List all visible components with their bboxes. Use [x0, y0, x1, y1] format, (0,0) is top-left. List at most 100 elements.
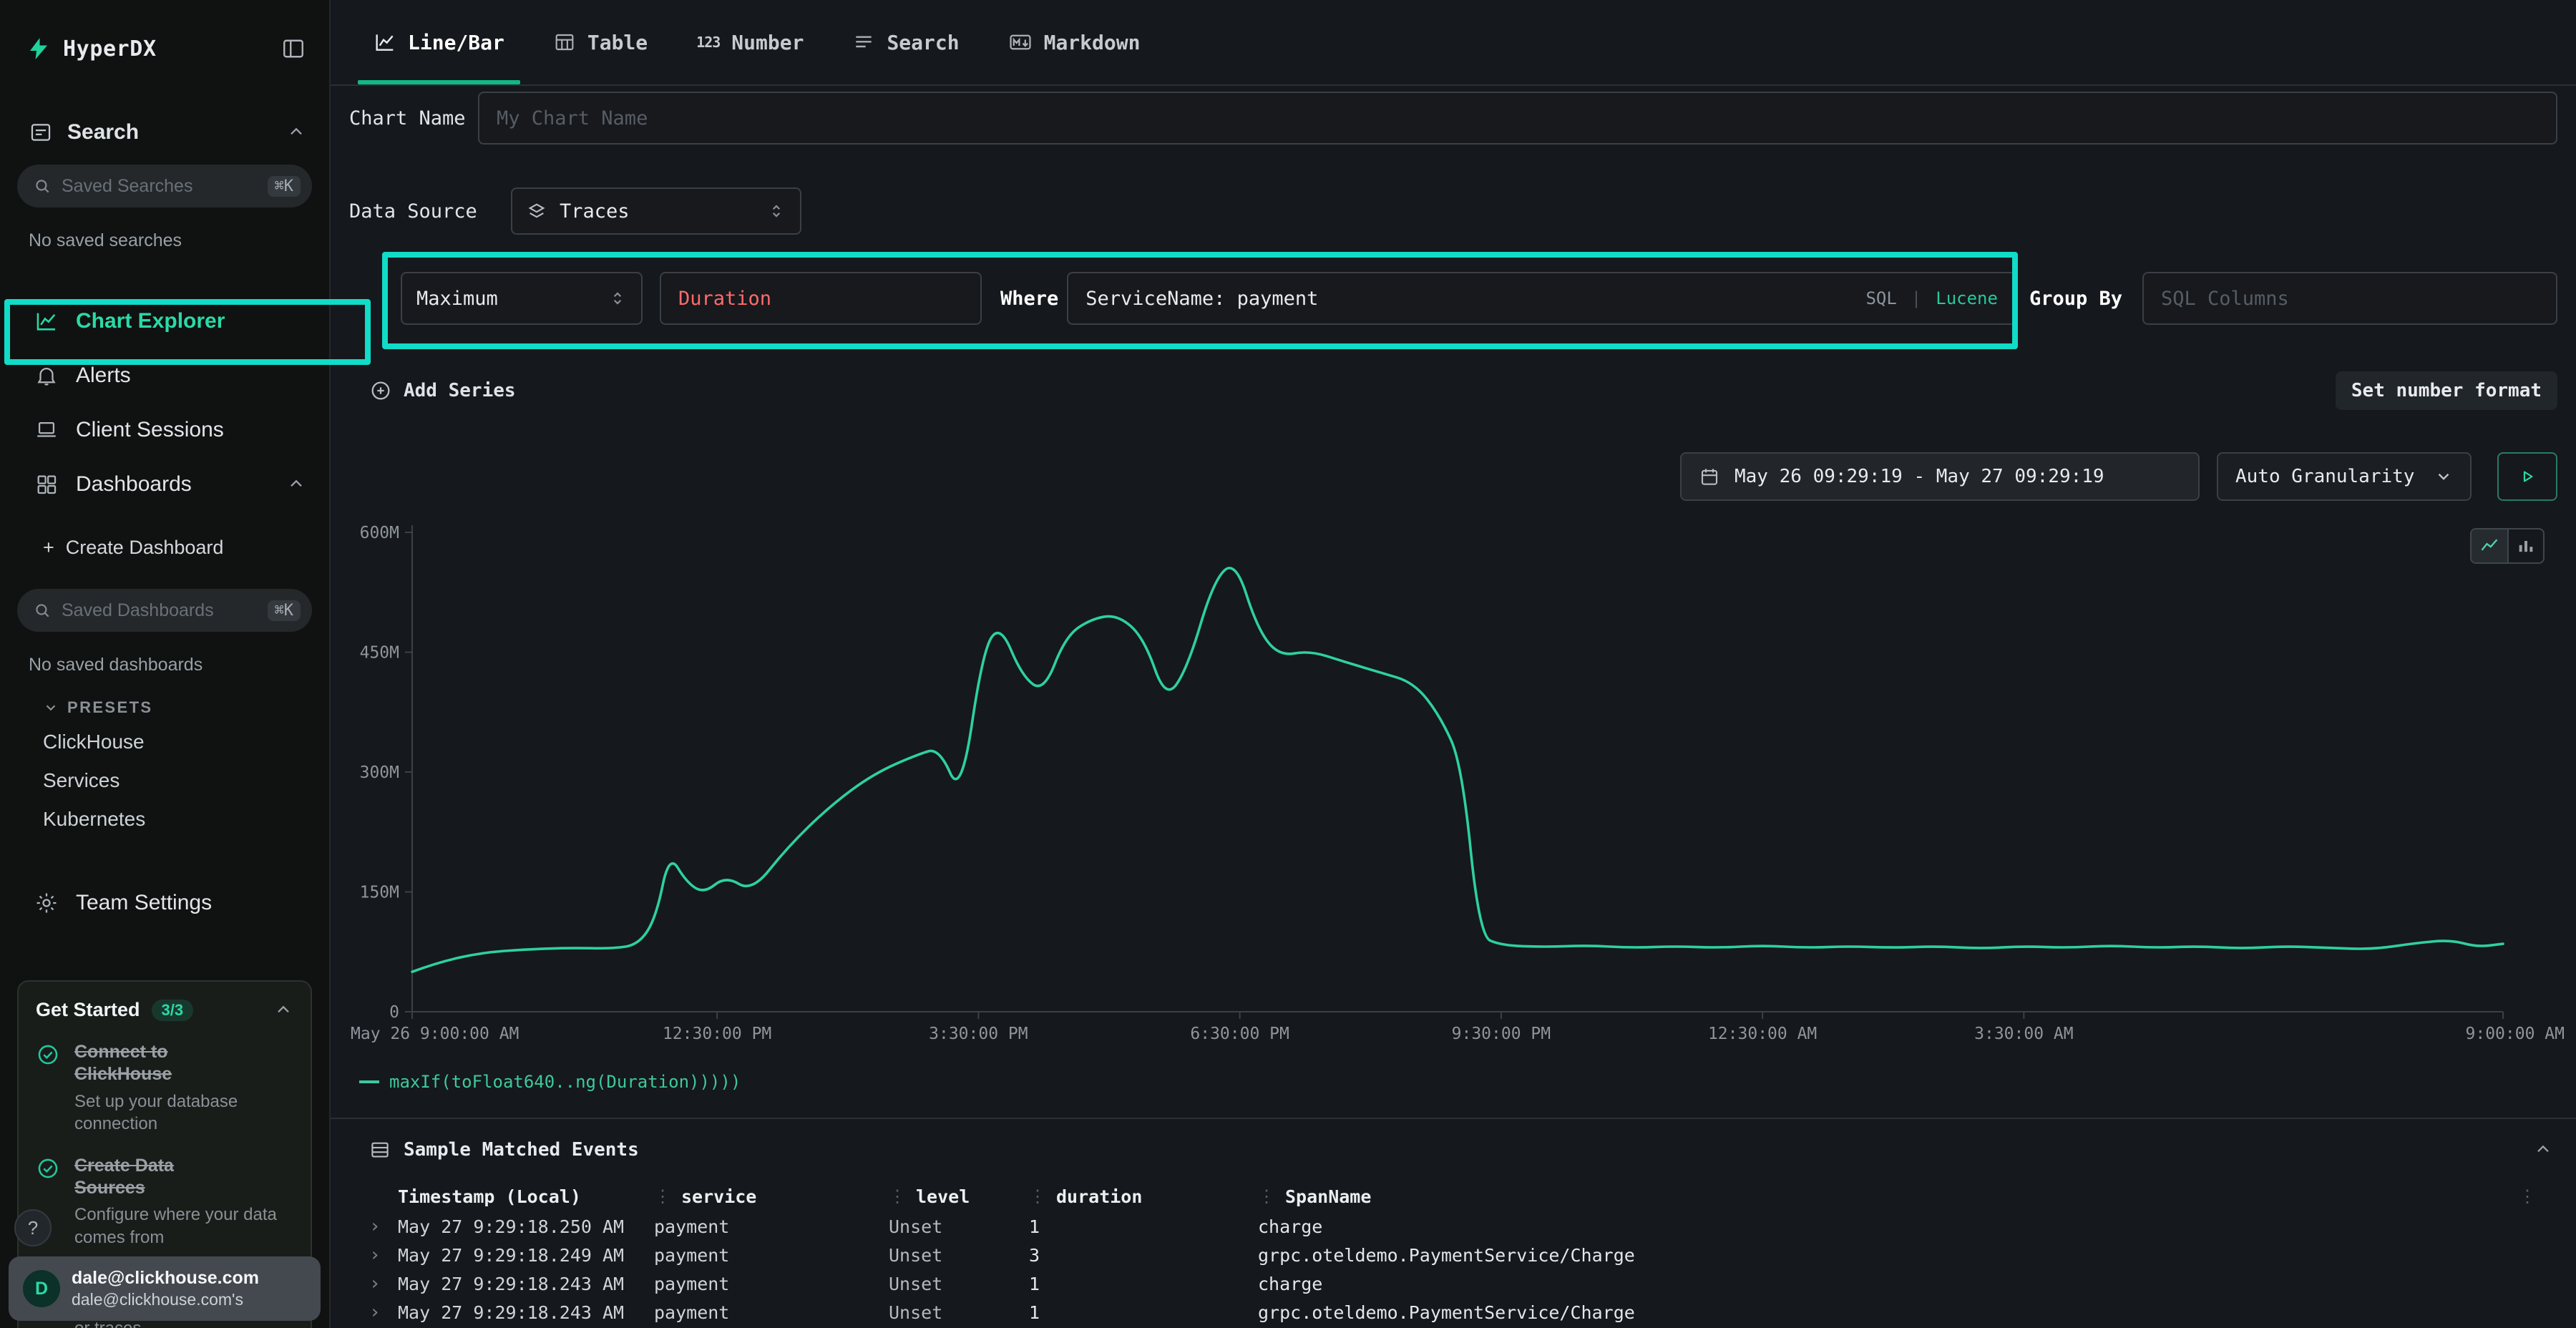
chart-name-input[interactable]: [478, 92, 2557, 145]
where-label: Where: [1000, 288, 1058, 310]
column-menu-icon: ⋮: [889, 1186, 906, 1206]
shortcut-badge: ⌘K: [268, 176, 301, 197]
chart-bar-icon: [2516, 536, 2536, 556]
col-timestamp[interactable]: Timestamp (Local): [398, 1186, 654, 1207]
col-spanname[interactable]: ⋮SpanName: [1258, 1186, 2519, 1207]
chart-plot-area[interactable]: 0150M300M450M600MMay 26 9:00:00 AM12:30:…: [331, 508, 2576, 1069]
collapse-sidebar-icon[interactable]: [280, 36, 306, 62]
sidebar-item-dashboards[interactable]: Dashboards: [0, 457, 329, 512]
table-menu-icon[interactable]: ⋮: [2519, 1186, 2543, 1206]
gear-icon: [34, 891, 59, 915]
tab-search[interactable]: Search: [828, 0, 983, 84]
svg-text:6:30:00 PM: 6:30:00 PM: [1190, 1025, 1289, 1043]
svg-text:9:00:00 AM: 9:00:00 AM: [2466, 1025, 2565, 1043]
set-number-format-button[interactable]: Set number format: [2336, 371, 2557, 410]
svg-text:600M: 600M: [360, 524, 399, 542]
sidebar-item-chart-explorer[interactable]: Chart Explorer: [0, 294, 329, 348]
events-table: Timestamp (Local) ⋮service ⋮level ⋮durat…: [331, 1181, 2576, 1327]
svg-text:12:30:00 PM: 12:30:00 PM: [663, 1025, 771, 1043]
date-range-value: May 26 09:29:19 - May 27 09:29:19: [1735, 466, 2104, 487]
col-duration[interactable]: ⋮duration: [1029, 1186, 1258, 1207]
saved-dashboards-input[interactable]: Saved Dashboards ⌘K: [17, 589, 312, 632]
chart-name-label: Chart Name: [349, 107, 478, 130]
svg-text:450M: 450M: [360, 644, 399, 663]
markdown-icon: [1008, 30, 1033, 54]
shortcut-badge: ⌘K: [268, 600, 301, 621]
row-expand-chevron[interactable]: ›: [369, 1273, 398, 1294]
tab-number[interactable]: 123 Number: [672, 0, 828, 84]
col-service[interactable]: ⋮service: [654, 1186, 889, 1207]
table-list-icon: [369, 1139, 391, 1161]
svg-text:150M: 150M: [360, 884, 399, 902]
chart-type-tabbar: Line/Bar Table 123 Number Search: [331, 0, 2576, 86]
svg-text:0: 0: [389, 1003, 399, 1022]
app-title: HyperDX: [63, 36, 157, 62]
svg-text:May 26 9:00:00 AM: May 26 9:00:00 AM: [351, 1025, 519, 1043]
create-dashboard-button[interactable]: + Create Dashboard: [0, 526, 329, 569]
preset-clickhouse[interactable]: ClickHouse: [0, 723, 329, 761]
bar-chart-toggle-button[interactable]: [2507, 529, 2543, 562]
chevron-up-icon[interactable]: [273, 1000, 293, 1020]
chart-legend[interactable]: maxIf(toFloat640..ng(Duration))))): [331, 1069, 2576, 1095]
chevron-down-icon: [2434, 467, 2453, 486]
tab-table[interactable]: Table: [529, 0, 672, 84]
sidebar-item-alerts[interactable]: Alerts: [0, 348, 329, 403]
lucene-toggle[interactable]: Lucene: [1936, 288, 1998, 308]
sidebar-item-team-settings[interactable]: Team Settings: [0, 879, 329, 927]
chart-line-icon: [374, 31, 396, 54]
chevron-up-icon[interactable]: [2533, 1140, 2553, 1160]
sql-toggle[interactable]: SQL: [1865, 288, 1896, 308]
calendar-icon: [1699, 466, 1720, 487]
chevron-updown-icon: [608, 289, 627, 308]
toggle-divider: |: [1911, 288, 1921, 308]
preset-kubernetes[interactable]: Kubernetes: [0, 800, 329, 839]
sidebar-section-search[interactable]: Search: [29, 120, 306, 145]
series-row: Maximum Where ServiceName: payment SQL |…: [331, 272, 2576, 325]
aggregation-select[interactable]: Maximum: [401, 272, 643, 325]
table-row[interactable]: › May 27 9:29:18.243 AM payment Unset 1 …: [331, 1298, 2576, 1327]
column-menu-icon: ⋮: [1258, 1186, 1275, 1206]
saved-searches-input[interactable]: Saved Searches ⌘K: [17, 165, 312, 208]
list-lines-icon: [852, 31, 875, 54]
chart-line-icon: [34, 309, 59, 333]
line-chart-toggle-button[interactable]: [2472, 529, 2507, 562]
date-range-picker[interactable]: May 26 09:29:19 - May 27 09:29:19: [1680, 452, 2200, 501]
get-started-item[interactable]: Connect to ClickHouse Set up your databa…: [36, 1041, 293, 1135]
help-button[interactable]: ?: [14, 1209, 52, 1246]
chevron-up-icon[interactable]: [286, 122, 306, 142]
where-input[interactable]: ServiceName: payment SQL | Lucene: [1067, 272, 2016, 325]
hyperdx-logo-icon: [26, 36, 52, 62]
check-circle-icon: [36, 1043, 60, 1135]
col-level[interactable]: ⋮level: [889, 1186, 1029, 1207]
events-table-header: Timestamp (Local) ⋮service ⋮level ⋮durat…: [331, 1181, 2576, 1212]
user-menu[interactable]: D dale@clickhouse.com dale@clickhouse.co…: [9, 1256, 321, 1321]
grid-icon: [34, 472, 59, 497]
row-expand-chevron[interactable]: ›: [369, 1244, 398, 1266]
tab-line-bar[interactable]: Line/Bar: [349, 0, 529, 84]
preset-services[interactable]: Services: [0, 761, 329, 800]
table-row[interactable]: › May 27 9:29:18.250 AM payment Unset 1 …: [331, 1212, 2576, 1241]
column-menu-icon: ⋮: [654, 1186, 671, 1206]
bell-icon: [34, 363, 59, 388]
search-icon: [33, 601, 52, 620]
sidebar-item-client-sessions[interactable]: Client Sessions: [0, 403, 329, 457]
row-expand-chevron[interactable]: ›: [369, 1216, 398, 1237]
presets-header[interactable]: PRESETS: [43, 698, 329, 717]
table-row[interactable]: › May 27 9:29:18.243 AM payment Unset 1 …: [331, 1269, 2576, 1298]
chevron-down-icon: [43, 700, 59, 716]
granularity-select[interactable]: Auto Granularity: [2217, 452, 2472, 501]
series-actions-row: Add Series Set number format: [331, 371, 2576, 411]
tab-markdown[interactable]: Markdown: [984, 0, 1165, 84]
table-icon: [553, 31, 576, 54]
get-started-item[interactable]: Create Data Sources Configure where your…: [36, 1155, 293, 1249]
row-expand-chevron[interactable]: ›: [369, 1302, 398, 1323]
no-saved-dashboards-text: No saved dashboards: [29, 655, 329, 675]
field-input[interactable]: [660, 272, 982, 325]
run-query-button[interactable]: [2497, 452, 2557, 501]
chevron-updown-icon: [767, 202, 786, 220]
chevron-up-icon[interactable]: [286, 474, 306, 494]
data-source-select[interactable]: Traces: [511, 187, 801, 235]
group-by-input[interactable]: [2142, 272, 2557, 325]
add-series-button[interactable]: Add Series: [369, 379, 516, 402]
table-row[interactable]: › May 27 9:29:18.249 AM payment Unset 3 …: [331, 1241, 2576, 1269]
